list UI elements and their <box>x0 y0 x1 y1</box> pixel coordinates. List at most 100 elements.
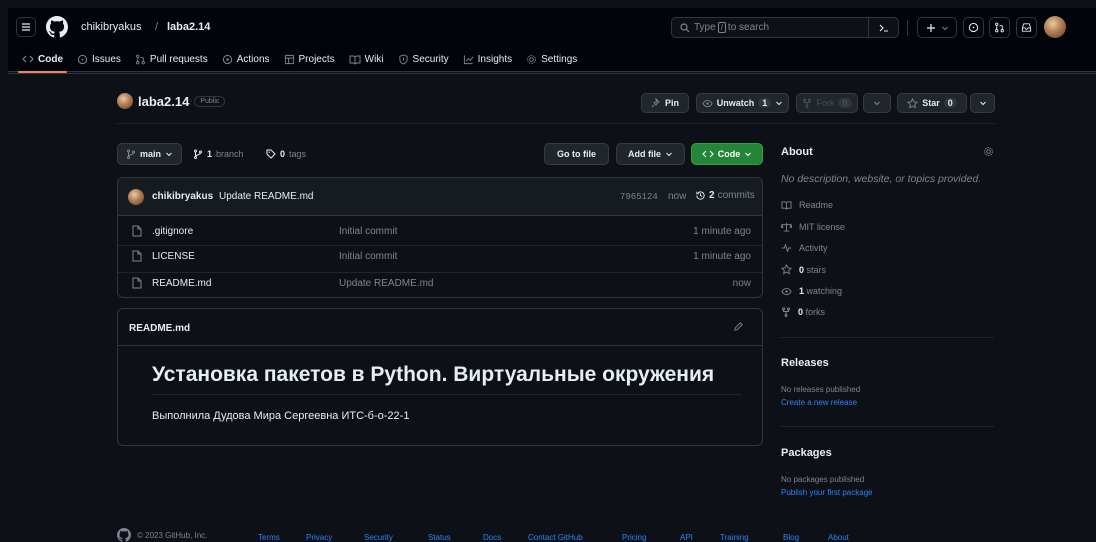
footer-link-privacy[interactable]: Privacy <box>306 533 332 542</box>
inbox-button[interactable] <box>1016 17 1037 38</box>
footer-brand: © 2023 GitHub, Inc. <box>117 528 207 542</box>
file-name[interactable]: README.md <box>152 278 211 289</box>
menu-button[interactable] <box>16 17 36 37</box>
star-label: Star <box>922 98 940 108</box>
github-logo[interactable] <box>46 16 68 38</box>
edit-readme-button[interactable] <box>733 321 744 332</box>
footer-link-blog[interactable]: Blog <box>783 533 799 542</box>
watching-label: watching <box>806 286 843 296</box>
user-avatar[interactable] <box>1044 16 1066 38</box>
breadcrumb-owner[interactable]: chikibryakus <box>81 21 142 33</box>
tab-issues-label: Issues <box>92 53 121 65</box>
tab-insights[interactable]: Insights <box>463 47 512 71</box>
create-new-button[interactable] <box>917 17 957 38</box>
commits-link[interactable]: 2 commits <box>695 190 755 201</box>
tab-issues[interactable]: Issues <box>77 47 121 71</box>
tab-wiki[interactable]: Wiki <box>349 47 384 71</box>
footer-link-pricing[interactable]: Pricing <box>622 533 646 542</box>
footer-link-terms[interactable]: Terms <box>258 533 280 542</box>
command-palette-button[interactable] <box>868 18 898 37</box>
breadcrumb-repo[interactable]: laba2.14 <box>167 21 210 33</box>
commit-author[interactable]: chikibryakus <box>152 191 213 202</box>
tab-actions[interactable]: Actions <box>222 47 270 71</box>
tab-security[interactable]: Security <box>398 47 449 71</box>
repo-name[interactable]: laba2.14 <box>138 94 189 109</box>
search-placeholder-pre: Type <box>694 22 716 33</box>
go-to-file-button[interactable]: Go to file <box>544 143 609 165</box>
commits-label: commits <box>717 190 755 201</box>
header-divider <box>907 20 908 36</box>
law-icon <box>781 222 792 232</box>
file-row[interactable]: LICENSE Initial commit 1 minute ago <box>118 245 762 266</box>
tab-settings[interactable]: Settings <box>526 47 577 71</box>
commit-time: now <box>668 191 687 202</box>
footer-link-docs[interactable]: Docs <box>483 533 501 542</box>
unwatch-button[interactable]: Unwatch 1 <box>696 93 789 113</box>
tags-link[interactable]: 0 tags <box>262 143 310 165</box>
watching-link[interactable]: 1 watching <box>781 286 842 296</box>
branch-select[interactable]: main <box>117 143 182 165</box>
pull-requests-button[interactable] <box>989 17 1010 38</box>
file-row[interactable]: .gitignore Initial commit 1 minute ago <box>118 221 762 242</box>
search-icon <box>680 22 690 32</box>
owner-avatar[interactable] <box>117 93 133 109</box>
releases-empty: No releases published <box>781 385 861 394</box>
tab-projects-label: Projects <box>298 53 335 65</box>
code-dropdown-button[interactable]: Code <box>691 143 763 165</box>
star-button[interactable]: Star 0 <box>897 93 967 113</box>
branch-icon <box>126 149 135 159</box>
footer-link-training[interactable]: Training <box>720 533 749 542</box>
packages-title[interactable]: Packages <box>781 447 832 459</box>
create-release-link[interactable]: Create a new release <box>781 398 857 407</box>
search-input[interactable]: Type / to search <box>671 17 899 38</box>
readme-heading-rule <box>152 394 742 395</box>
publish-package-link[interactable]: Publish your first package <box>781 488 873 497</box>
star-menu-button[interactable] <box>970 93 995 113</box>
about-title: About <box>781 146 813 158</box>
activity-link[interactable]: Activity <box>781 243 828 253</box>
file-name[interactable]: .gitignore <box>152 226 193 237</box>
fork-count: 0 <box>838 98 852 108</box>
readme-panel: README.md Установка пакетов в Python. Ви… <box>117 308 763 446</box>
book-icon <box>781 201 792 210</box>
branches-link[interactable]: 1 branch <box>189 143 248 165</box>
add-file-label: Add file <box>628 149 661 159</box>
commit-hash[interactable]: 7965124 <box>620 192 658 202</box>
fork-button[interactable]: Fork 0 <box>796 93 858 113</box>
eye-icon <box>781 287 792 295</box>
code-icon <box>22 55 34 63</box>
add-file-button[interactable]: Add file <box>616 143 685 165</box>
tab-projects[interactable]: Projects <box>284 47 335 71</box>
fork-icon <box>782 307 790 317</box>
about-settings-button[interactable] <box>983 146 994 157</box>
footer-link-contact[interactable]: Contact GitHub <box>528 533 583 542</box>
issues-button[interactable] <box>963 17 984 38</box>
forks-link[interactable]: 0 forks <box>781 307 825 317</box>
license-link[interactable]: MIT license <box>781 222 845 232</box>
tab-wiki-label: Wiki <box>364 53 384 65</box>
pin-button[interactable]: Pin <box>641 93 689 113</box>
footer-link-security[interactable]: Security <box>364 533 393 542</box>
footer-link-status[interactable]: Status <box>428 533 451 542</box>
readme-link[interactable]: Readme <box>781 200 833 210</box>
star-count: 0 <box>943 98 957 108</box>
file-icon <box>132 277 142 289</box>
issue-icon <box>77 54 88 64</box>
github-logo-icon[interactable] <box>117 528 131 542</box>
file-commit-message[interactable]: Initial commit <box>339 226 397 237</box>
footer-link-about[interactable]: About <box>828 533 849 542</box>
file-row[interactable]: README.md Update README.md now <box>118 272 762 293</box>
readme-filename[interactable]: README.md <box>129 323 190 334</box>
file-commit-message[interactable]: Update README.md <box>339 278 433 289</box>
commit-message[interactable]: Update README.md <box>219 191 313 202</box>
commit-author-avatar[interactable] <box>128 189 144 205</box>
footer-link-api[interactable]: API <box>680 533 693 542</box>
file-name[interactable]: LICENSE <box>152 251 195 262</box>
graph-icon <box>463 54 474 64</box>
tab-pull-requests[interactable]: Pull requests <box>135 47 208 71</box>
fork-menu-button[interactable] <box>863 93 891 113</box>
releases-title[interactable]: Releases <box>781 357 829 369</box>
file-commit-message[interactable]: Initial commit <box>339 251 397 262</box>
tab-code[interactable]: Code <box>18 47 67 73</box>
stars-link[interactable]: 0 stars <box>781 264 826 275</box>
